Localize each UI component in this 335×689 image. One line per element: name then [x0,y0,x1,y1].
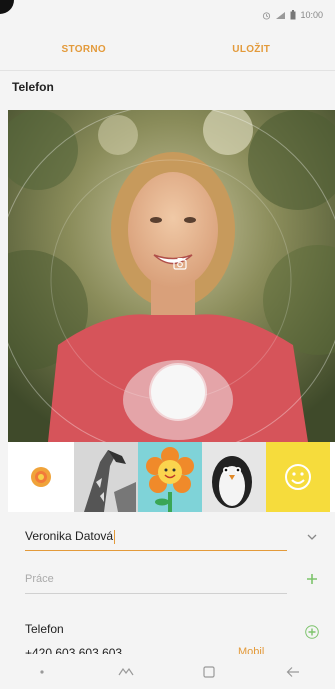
sticker-flower-face[interactable] [138,442,202,512]
name-field[interactable]: Veronika Datová [25,522,287,551]
add-work-icon[interactable] [305,572,319,586]
signal-icon [276,11,286,19]
save-button[interactable]: ULOŽIT [168,44,335,55]
screen-corner [0,0,14,14]
page-title: Telefon [12,80,54,94]
sticker-strip [8,442,335,512]
text-caret [114,529,116,544]
phone-label: Telefon [25,622,64,636]
navigation-bar [0,654,335,689]
sticker-giraffe[interactable] [74,442,138,512]
shutter-button[interactable] [151,365,205,419]
status-time: 10:00 [300,10,323,20]
action-bar: STORNO ULOŽIT [0,32,335,66]
back-icon [286,666,300,677]
home-button[interactable] [189,662,229,682]
divider [0,70,335,71]
status-icons: 10:00 [262,8,323,22]
battery-icon [290,10,296,20]
sticker-category-button[interactable] [8,442,74,512]
recent-apps-button[interactable] [106,662,146,682]
alarm-icon [263,11,271,20]
camera-preview[interactable] [8,110,335,442]
sticker-category-icon [31,467,51,487]
back-button[interactable] [273,662,313,682]
chevron-down-icon[interactable] [306,531,318,543]
cancel-button[interactable]: STORNO [0,44,168,55]
sticker-penguin[interactable] [202,442,266,512]
work-field[interactable]: Práce [25,565,287,594]
dot-icon [40,669,44,674]
recent-apps-icon [118,667,134,675]
add-phone-icon[interactable] [305,625,319,639]
work-placeholder: Práce [25,573,54,585]
switch-camera-icon[interactable] [172,256,188,272]
nav-dot[interactable] [22,662,62,682]
status-bar: 10:00 [0,0,335,32]
sticker-smiley[interactable] [266,442,330,512]
home-icon [203,665,215,678]
name-value: Veronika Datová [25,529,114,543]
